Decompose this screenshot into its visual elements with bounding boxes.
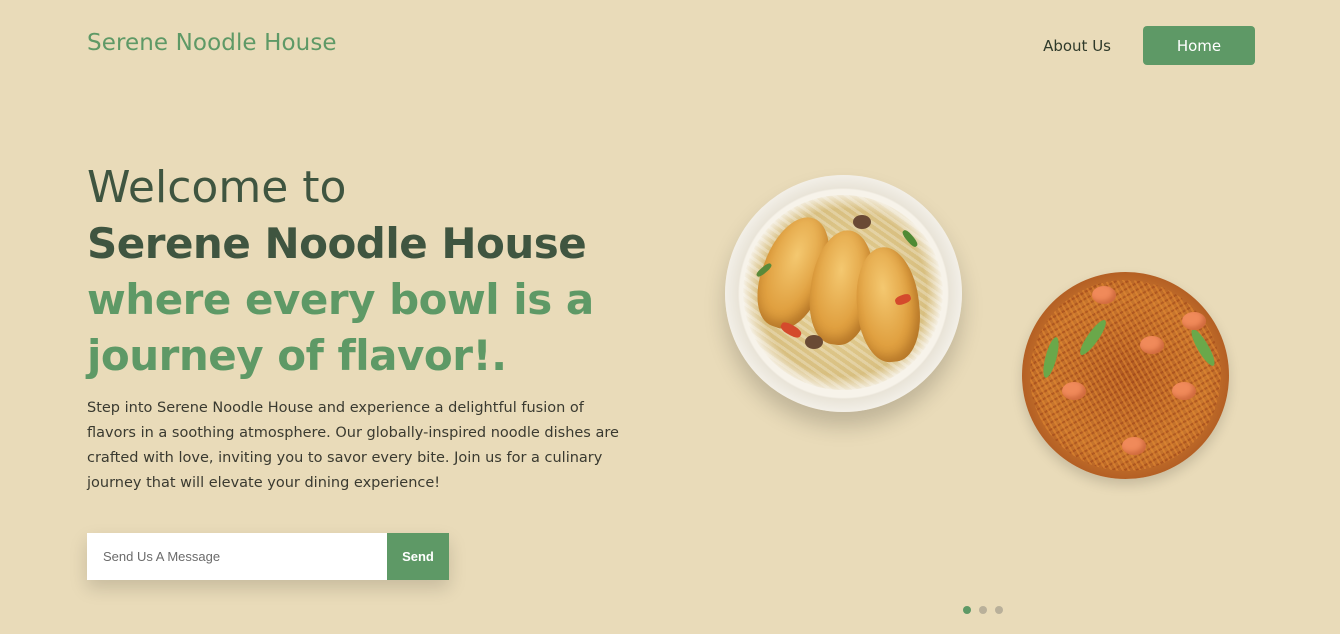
- hero-section: Welcome to Serene Noodle House where eve…: [87, 160, 647, 496]
- shrimp: [1122, 437, 1146, 455]
- shrimp: [1062, 382, 1086, 400]
- hero-description: Step into Serene Noodle House and experi…: [87, 400, 619, 491]
- chicken-pasta-image: [725, 175, 962, 412]
- send-button[interactable]: Send: [387, 533, 449, 580]
- message-input[interactable]: [87, 533, 387, 580]
- shrimp: [1172, 382, 1196, 400]
- hero-welcome-heading: Welcome to: [87, 162, 347, 213]
- carousel-dot[interactable]: [995, 606, 1003, 614]
- carousel-dot[interactable]: [979, 606, 987, 614]
- hero-tagline: where every bowl is a journey of flavor!…: [87, 275, 594, 380]
- hero-name-heading: Serene Noodle House: [87, 219, 587, 268]
- nav-about-us[interactable]: About Us: [1043, 37, 1111, 55]
- main-nav: About Us Home: [1043, 26, 1255, 65]
- shrimp: [1182, 312, 1206, 330]
- carousel-dots: [963, 606, 1003, 614]
- shrimp-noodle-bowl-image: [1022, 272, 1229, 479]
- brand-logo[interactable]: Serene Noodle House: [87, 30, 337, 56]
- mushroom: [853, 215, 871, 229]
- nav-home-button[interactable]: Home: [1143, 26, 1255, 65]
- shrimp: [1092, 286, 1116, 304]
- message-form: Send: [87, 533, 449, 580]
- shrimp: [1140, 336, 1164, 354]
- mushroom: [805, 335, 823, 349]
- carousel-dot[interactable]: [963, 606, 971, 614]
